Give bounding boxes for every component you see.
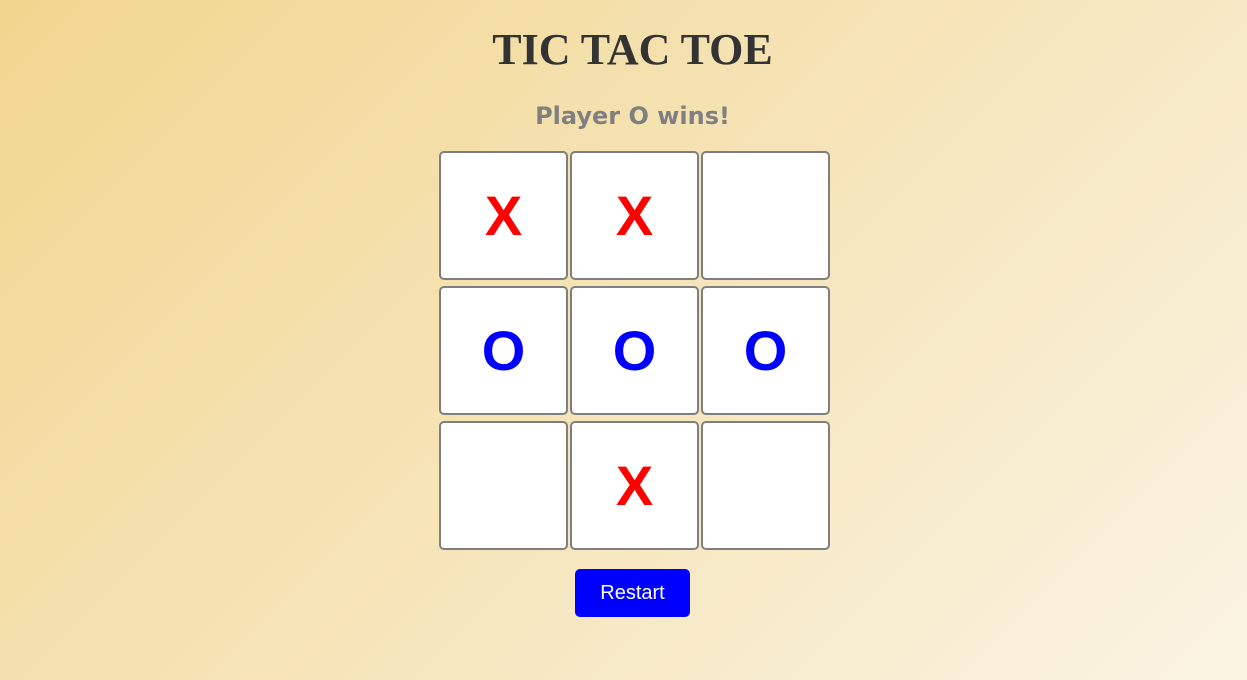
game-board: X X O O O X (439, 151, 831, 550)
game-status: Player O wins! (535, 102, 730, 130)
restart-button[interactable]: Restart (575, 569, 690, 617)
board-cell-1[interactable]: X (439, 151, 568, 280)
board-cell-6[interactable]: O (701, 286, 830, 415)
game-title: TIC TAC TOE (492, 25, 773, 74)
board-cell-3[interactable] (701, 151, 830, 280)
board-cell-5[interactable]: O (570, 286, 699, 415)
board-cell-8[interactable]: X (570, 421, 699, 550)
board-cell-7[interactable] (439, 421, 568, 550)
board-cell-4[interactable]: O (439, 286, 568, 415)
board-cell-2[interactable]: X (570, 151, 699, 280)
board-cell-9[interactable] (701, 421, 830, 550)
